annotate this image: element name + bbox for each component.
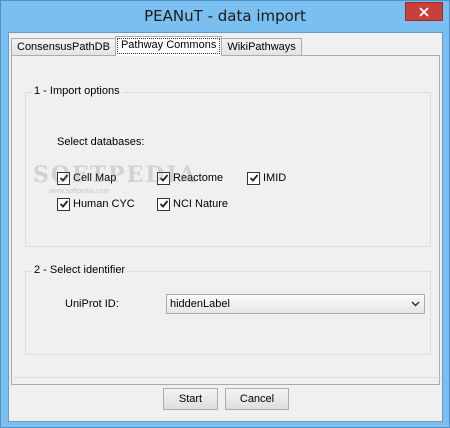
checkbox-label: Human CYC [73, 198, 135, 210]
pathway-commons-panel: 1 - Import options Select databases: Cel… [11, 55, 440, 385]
uniprot-id-select[interactable]: hiddenLabel [166, 294, 425, 314]
select-databases-label: Select databases: [57, 136, 145, 148]
checkmark-icon [249, 174, 258, 182]
watermark: SOFTPEDIA [33, 162, 198, 188]
select-identifier-group: 2 - Select identifier UniProt ID: hidden… [25, 264, 431, 355]
chevron-down-icon [411, 301, 420, 307]
close-icon [419, 6, 429, 17]
start-button[interactable]: Start [163, 388, 218, 410]
close-button[interactable] [405, 2, 443, 21]
checkbox-box[interactable] [57, 197, 70, 211]
uniprot-id-value: hiddenLabel [170, 298, 230, 310]
tab-pathway-commons[interactable]: Pathway Commons [114, 36, 223, 56]
checkbox-box[interactable] [157, 197, 170, 211]
checkmark-icon [159, 200, 168, 208]
cancel-button[interactable]: Cancel [225, 388, 289, 410]
tab-strip: ConsensusPathDB Pathway Commons WikiPath… [11, 36, 302, 56]
checkbox-box[interactable] [247, 171, 260, 185]
app-window: PEANuT - data import ConsensusPathDB Pat… [0, 0, 450, 428]
checkbox-imid[interactable]: IMID [247, 171, 286, 185]
dialog-body: ConsensusPathDB Pathway Commons WikiPath… [8, 32, 443, 422]
footer-divider [9, 377, 442, 378]
checkbox-label: IMID [263, 172, 287, 184]
tab-wikipathways[interactable]: WikiPathways [221, 38, 302, 56]
watermark-url: www.softpedia.com [49, 188, 110, 195]
checkbox-nci-nature[interactable]: NCI Nature [157, 197, 228, 211]
tab-consensuspathdb[interactable]: ConsensusPathDB [11, 38, 116, 56]
checkmark-icon [59, 200, 68, 208]
checkbox-label: NCI Nature [173, 198, 229, 210]
import-options-title: 1 - Import options [32, 85, 122, 97]
select-identifier-title: 2 - Select identifier [32, 264, 128, 276]
title-bar[interactable]: PEANuT - data import [1, 1, 449, 31]
checkbox-human-cyc[interactable]: Human CYC [57, 197, 135, 211]
window-title: PEANuT - data import [144, 7, 306, 25]
uniprot-id-label: UniProt ID: [65, 298, 119, 310]
